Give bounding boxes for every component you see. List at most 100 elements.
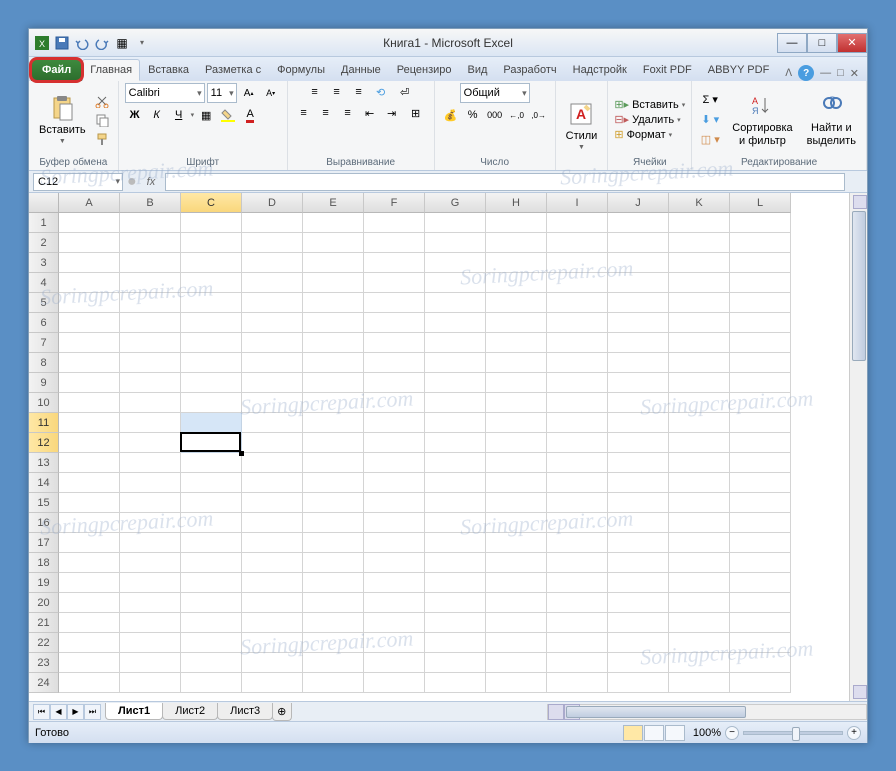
shrink-font-icon[interactable]: A▾ (261, 84, 281, 102)
sheet-nav-last-icon[interactable]: ⏭ (84, 704, 101, 720)
column-header[interactable]: K (669, 193, 730, 213)
tab-view[interactable]: Вид (460, 59, 496, 81)
increase-indent-icon[interactable]: ⇥ (382, 104, 402, 122)
cut-icon[interactable] (92, 92, 112, 110)
formula-input[interactable] (165, 173, 845, 191)
scroll-thumb[interactable] (852, 211, 866, 361)
cancel-formula-icon[interactable]: ● (127, 173, 137, 191)
tab-insert[interactable]: Вставка (140, 59, 197, 81)
column-header[interactable]: L (730, 193, 791, 213)
horizontal-scrollbar[interactable] (547, 704, 867, 720)
border-icon[interactable]: ▦ (196, 106, 216, 124)
sheet-nav-prev-icon[interactable]: ◀ (50, 704, 67, 720)
align-center-icon[interactable]: ≡ (316, 104, 336, 122)
bold-button[interactable]: Ж (125, 106, 145, 124)
normal-view-icon[interactable] (623, 725, 643, 741)
column-header[interactable]: G (425, 193, 486, 213)
align-bottom-icon[interactable]: ≡ (349, 83, 369, 101)
zoom-out-button[interactable]: − (725, 726, 739, 740)
tab-layout[interactable]: Разметка с (197, 59, 269, 81)
column-header[interactable]: H (486, 193, 547, 213)
fill-icon[interactable]: ⬇ ▾ (698, 111, 722, 129)
autosum-icon[interactable]: Σ ▾ (698, 91, 722, 109)
tab-abbyy[interactable]: ABBYY PDF (700, 59, 778, 81)
column-header[interactable]: C (181, 193, 242, 213)
doc-close-icon[interactable]: ✕ (850, 67, 859, 80)
active-cell[interactable] (180, 432, 241, 452)
delete-cells-button[interactable]: ⊟▸Удалить▾ (614, 113, 685, 126)
row-header[interactable]: 5 (29, 293, 59, 313)
sheet-tab-1[interactable]: Лист1 (105, 703, 163, 720)
underline-button[interactable]: Ч (169, 106, 189, 124)
column-header[interactable]: D (242, 193, 303, 213)
row-header[interactable]: 20 (29, 593, 59, 613)
column-header[interactable]: J (608, 193, 669, 213)
tab-review[interactable]: Рецензиро (389, 59, 460, 81)
fill-color-icon[interactable] (218, 106, 238, 124)
percent-icon[interactable]: % (463, 106, 483, 124)
font-name-combo[interactable]: Calibri (125, 83, 205, 103)
zoom-slider[interactable] (743, 731, 843, 735)
font-size-combo[interactable]: 11 (207, 83, 237, 103)
paste-button[interactable]: Вставить ▼ (35, 92, 90, 147)
styles-button[interactable]: A Стили ▼ (562, 98, 602, 153)
column-header[interactable]: F (364, 193, 425, 213)
row-header[interactable]: 3 (29, 253, 59, 273)
row-header[interactable]: 14 (29, 473, 59, 493)
new-sheet-button[interactable]: ⊕ (272, 703, 292, 721)
currency-icon[interactable]: 💰 (441, 106, 461, 124)
select-all-corner[interactable] (29, 193, 59, 213)
zoom-level[interactable]: 100% (693, 727, 721, 739)
doc-minimize-icon[interactable]: — (820, 67, 831, 79)
row-header[interactable]: 11 (29, 413, 59, 433)
clear-icon[interactable]: ◫ ▾ (698, 131, 722, 149)
vertical-scrollbar[interactable] (849, 193, 867, 701)
row-header[interactable]: 16 (29, 513, 59, 533)
find-select-button[interactable]: Найти и выделить (803, 90, 860, 148)
sheet-nav-next-icon[interactable]: ▶ (67, 704, 84, 720)
decrease-decimal-icon[interactable]: ,0→ (529, 106, 549, 124)
row-header[interactable]: 17 (29, 533, 59, 553)
format-painter-icon[interactable] (92, 130, 112, 148)
row-header[interactable]: 7 (29, 333, 59, 353)
italic-button[interactable]: К (147, 106, 167, 124)
ribbon-minimize-icon[interactable]: ᐱ (785, 68, 792, 79)
save-icon[interactable] (53, 34, 71, 52)
increase-decimal-icon[interactable]: ←,0 (507, 106, 527, 124)
doc-restore-icon[interactable]: □ (837, 67, 844, 79)
sheet-nav-first-icon[interactable]: ⏮ (33, 704, 50, 720)
merge-icon[interactable]: ⊞ (404, 104, 428, 122)
fill-handle[interactable] (239, 451, 244, 456)
page-break-view-icon[interactable] (665, 725, 685, 741)
row-header[interactable]: 22 (29, 633, 59, 653)
tab-foxit[interactable]: Foxit PDF (635, 59, 700, 81)
tab-home[interactable]: Главная (82, 59, 140, 81)
row-header[interactable]: 13 (29, 453, 59, 473)
row-header[interactable]: 21 (29, 613, 59, 633)
align-top-icon[interactable]: ≡ (305, 83, 325, 101)
row-header[interactable]: 18 (29, 553, 59, 573)
sort-filter-button[interactable]: АЯ Сортировка и фильтр (728, 90, 796, 148)
row-header[interactable]: 9 (29, 373, 59, 393)
zoom-thumb[interactable] (792, 727, 800, 741)
row-header[interactable]: 2 (29, 233, 59, 253)
undo-icon[interactable] (73, 34, 91, 52)
tab-addins[interactable]: Надстройк (565, 59, 635, 81)
row-header[interactable]: 1 (29, 213, 59, 233)
grow-font-icon[interactable]: A▴ (239, 84, 259, 102)
page-layout-view-icon[interactable] (644, 725, 664, 741)
orientation-icon[interactable]: ⟲ (371, 83, 391, 101)
align-middle-icon[interactable]: ≡ (327, 83, 347, 101)
row-header[interactable]: 10 (29, 393, 59, 413)
row-header[interactable]: 19 (29, 573, 59, 593)
wrap-text-icon[interactable]: ⏎ (393, 83, 417, 101)
maximize-button[interactable]: □ (807, 33, 837, 53)
cells-area[interactable] (59, 213, 849, 701)
row-header[interactable]: 4 (29, 273, 59, 293)
tab-data[interactable]: Данные (333, 59, 389, 81)
row-header[interactable]: 6 (29, 313, 59, 333)
row-header[interactable]: 23 (29, 653, 59, 673)
tab-developer[interactable]: Разработч (495, 59, 564, 81)
sheet-tab-3[interactable]: Лист3 (217, 703, 273, 720)
column-header[interactable]: E (303, 193, 364, 213)
